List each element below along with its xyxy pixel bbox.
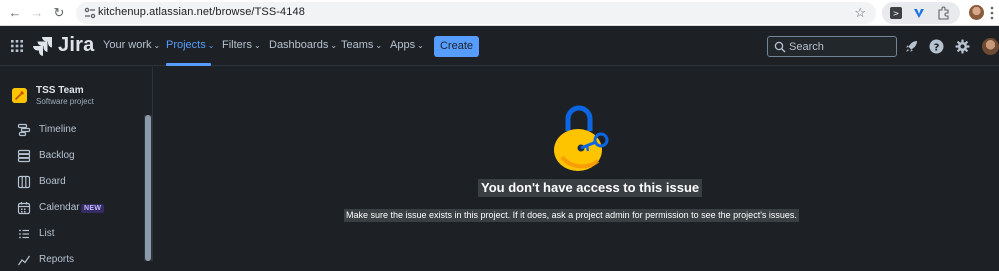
help-icon[interactable]: ? <box>929 39 944 54</box>
nav-projects-label: Projects <box>166 39 206 51</box>
sidebar-item-label: Reports <box>39 254 75 265</box>
chevron-down-icon: ⌄ <box>330 41 338 50</box>
search-placeholder: Search <box>789 41 824 53</box>
sidebar-item-label: Backlog <box>39 150 75 161</box>
chevron-down-icon: ⌄ <box>417 41 424 50</box>
reports-icon <box>18 255 30 266</box>
nav-dashboards[interactable]: Dashboards ⌄ <box>269 39 337 51</box>
jira-logo-icon[interactable] <box>32 36 54 56</box>
main-content: You don't have access to this issue Make… <box>154 67 999 261</box>
svg-text:?: ? <box>934 42 940 53</box>
nav-apps[interactable]: Apps ⌄ <box>390 39 424 51</box>
nav-filters[interactable]: Filters ⌄ <box>222 39 261 51</box>
nav-dashboards-label: Dashboards <box>269 39 329 51</box>
chevron-down-icon: ⌄ <box>253 41 261 50</box>
sidebar-item-label: List <box>39 228 55 239</box>
nav-apps-label: Apps <box>390 39 416 51</box>
sidebar-item-label: Timeline <box>39 124 77 135</box>
user-avatar[interactable] <box>982 38 999 55</box>
nav-projects[interactable]: Projects ⌄ <box>166 39 214 51</box>
page-title: You don't have access to this issue <box>478 179 703 197</box>
project-type: Software project <box>36 97 94 106</box>
search-icon <box>774 41 786 53</box>
calendar-icon <box>17 202 31 215</box>
chevron-down-icon: ⌄ <box>207 41 215 50</box>
sidebar-item-calendar[interactable]: Calendar NEW <box>0 197 140 219</box>
sidebar-item-list[interactable]: List <box>0 223 140 245</box>
app-switcher-icon[interactable] <box>11 40 23 52</box>
jira-logo-text[interactable]: Jira <box>58 34 94 57</box>
project-name[interactable]: TSS Team <box>36 85 84 96</box>
url-text: kitchenup.atlassian.net/browse/TSS-4148 <box>98 6 305 18</box>
settings-gear-icon[interactable] <box>955 39 970 54</box>
chevron-down-icon: ⌄ <box>153 41 161 50</box>
browser-menu-icon[interactable] <box>989 5 995 21</box>
sidebar-item-board[interactable]: Board <box>0 171 140 193</box>
svg-text:>: > <box>893 9 900 18</box>
padlock-key-icon <box>554 105 609 171</box>
address-bar[interactable]: kitchenup.atlassian.net/browse/TSS-4148 … <box>76 2 876 24</box>
list-icon <box>19 229 29 239</box>
create-button[interactable]: Create <box>434 36 479 57</box>
search-input[interactable]: Search <box>767 36 897 57</box>
sidebar-item-timeline[interactable]: Timeline <box>0 119 140 141</box>
sidebar-item-label: Board <box>39 176 66 187</box>
project-avatar-icon[interactable] <box>12 88 27 103</box>
top-navigation: Jira Your work ⌄ Projects ⌄ Filters ⌄ Dashb… <box>0 26 999 66</box>
forward-icon[interactable]: → <box>28 4 46 22</box>
site-info-icon[interactable] <box>82 5 98 21</box>
project-sidebar: TSS Team Software project Timeline Backl… <box>0 67 153 266</box>
sidebar-item-backlog[interactable]: Backlog <box>0 145 140 167</box>
new-badge: NEW <box>81 204 105 213</box>
extensions-puzzle-icon[interactable] <box>936 6 950 20</box>
extension-v-icon[interactable] <box>912 6 926 20</box>
sidebar-item-label: Calendar <box>39 202 80 213</box>
access-message: Make sure the issue exists in this proje… <box>344 209 799 222</box>
nav-your-work[interactable]: Your work ⌄ <box>103 39 160 51</box>
nav-filters-label: Filters <box>222 39 252 51</box>
extensions-area: > <box>882 2 960 24</box>
nav-teams-label: Teams <box>341 39 374 51</box>
browser-profile-avatar[interactable] <box>969 5 984 20</box>
sidebar-scrollbar-thumb[interactable] <box>145 115 151 261</box>
nav-active-indicator <box>166 63 211 66</box>
browser-toolbar: ← → ↻ kitchenup.atlassian.net/browse/TSS… <box>0 0 999 26</box>
back-icon[interactable]: ← <box>6 4 24 22</box>
chevron-down-icon: ⌄ <box>375 41 383 50</box>
reload-icon[interactable]: ↻ <box>50 4 68 22</box>
nav-teams[interactable]: Teams ⌄ <box>341 39 382 51</box>
nav-your-work-label: Your work <box>103 39 152 51</box>
sidebar-item-reports[interactable]: Reports <box>0 249 140 271</box>
bookmark-star-icon[interactable]: ☆ <box>854 5 866 21</box>
notifications-rocket-icon[interactable] <box>904 39 919 54</box>
backlog-icon <box>17 149 31 163</box>
timeline-icon <box>17 123 31 137</box>
board-icon <box>17 175 31 189</box>
extension-terminal-icon[interactable]: > <box>889 6 903 20</box>
